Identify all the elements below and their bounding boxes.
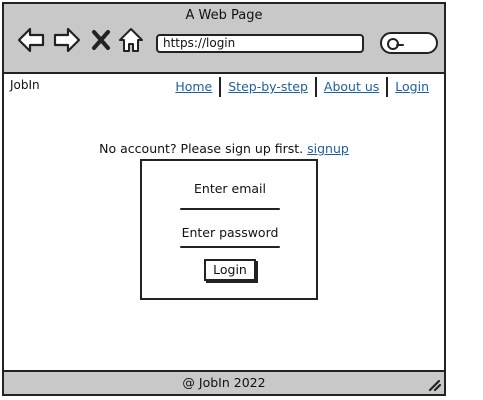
arrow-right-icon <box>53 27 81 53</box>
nav-link-about-us[interactable]: About us <box>317 77 386 97</box>
footer-text: @ JobIn 2022 <box>182 375 266 390</box>
page-footer: @ JobIn 2022 <box>4 370 444 394</box>
address-bar[interactable]: https://login <box>156 34 364 53</box>
email-field-underline <box>180 208 280 210</box>
password-field[interactable]: Enter password <box>180 225 280 240</box>
close-icon <box>92 30 110 50</box>
site-nav: Home Step-by-step About us Login <box>168 77 436 97</box>
browser-toolbar: A Web Page https://login <box>4 4 444 74</box>
signup-prompt: No account? Please sign up first. <box>99 141 304 156</box>
browser-search-field[interactable] <box>380 32 438 54</box>
login-form: Enter email Enter password Login <box>140 159 318 300</box>
stop-button[interactable] <box>90 26 112 54</box>
resize-grip-icon[interactable] <box>426 376 442 392</box>
back-button[interactable] <box>16 26 46 54</box>
search-icon <box>387 38 404 50</box>
forward-button[interactable] <box>52 26 82 54</box>
nav-link-login[interactable]: Login <box>388 77 436 97</box>
site-brand: JobIn <box>10 78 40 92</box>
home-button[interactable] <box>118 26 144 54</box>
signup-link[interactable]: signup <box>307 141 349 156</box>
arrow-left-icon <box>17 27 45 53</box>
signup-prompt-line: No account? Please sign up first. signup <box>4 141 444 156</box>
window-title: A Web Page <box>185 8 263 23</box>
nav-link-home[interactable]: Home <box>168 77 219 97</box>
password-field-underline <box>180 246 280 248</box>
email-field[interactable]: Enter email <box>180 181 280 196</box>
home-icon <box>119 28 143 52</box>
login-button[interactable]: Login <box>204 259 256 281</box>
nav-link-step-by-step[interactable]: Step-by-step <box>221 77 315 97</box>
browser-window: A Web Page https://login JobIn Home Step… <box>2 2 446 396</box>
